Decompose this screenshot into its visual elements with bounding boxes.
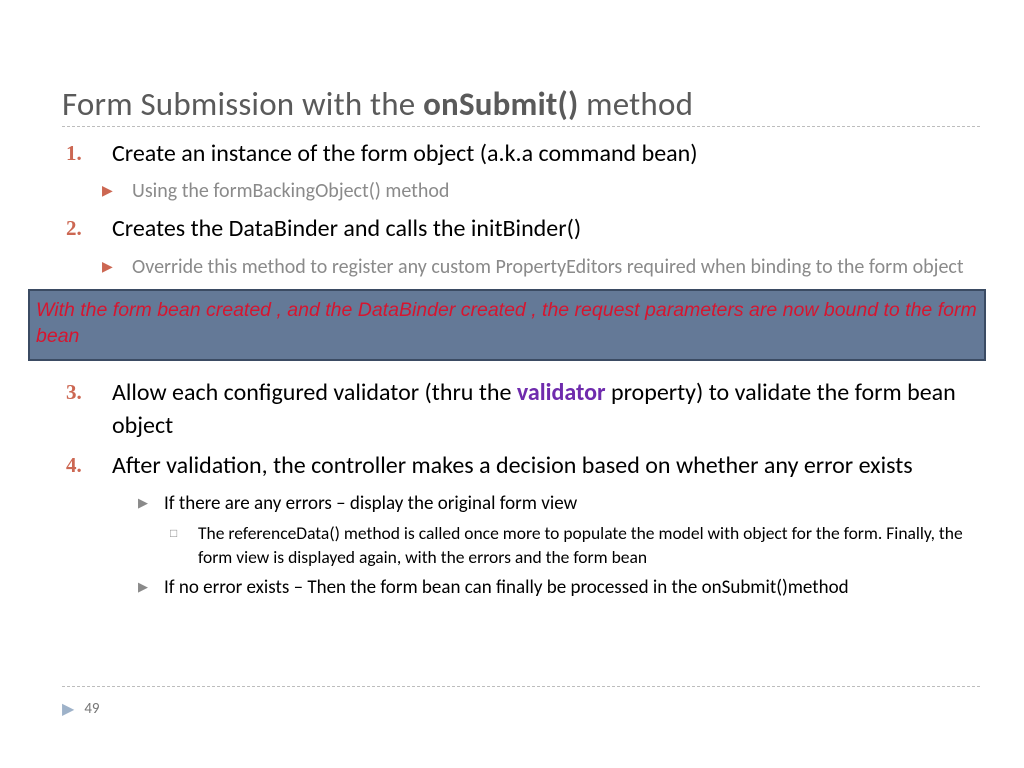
list-item-text: Create an instance of the form object (a… <box>112 138 698 170</box>
callout-text: With the form bean created , and the Dat… <box>36 297 978 350</box>
content-area: 1. Create an instance of the form object… <box>62 138 980 607</box>
list-item-2: 2. Creates the DataBinder and calls the … <box>62 213 980 245</box>
title-suffix: method <box>579 84 694 124</box>
list-subitem: ▶ Using the formBackingObject() method <box>102 178 980 205</box>
title-underline <box>62 126 980 127</box>
list-item-4: 4. After validation, the controller make… <box>62 450 980 482</box>
slide: Form Submission with the onSubmit() meth… <box>0 0 1024 768</box>
list-subsubitem-text: The referenceData() method is called onc… <box>198 522 980 569</box>
bullet-arrow-icon: ▶ <box>138 575 164 601</box>
list-item-text: Allow each configured validator (thru th… <box>112 377 980 442</box>
list-item-1: 1. Create an instance of the form object… <box>62 138 980 170</box>
footer-line <box>62 686 980 687</box>
list-item-text: After validation, the controller makes a… <box>112 450 913 482</box>
bullet-arrow-icon: ▶ <box>102 178 132 205</box>
list-number: 2. <box>62 213 112 245</box>
list-number: 3. <box>62 377 112 442</box>
list-subitem-text: Override this method to register any cus… <box>132 254 964 281</box>
bullet-arrow-icon: ▶ <box>102 254 132 281</box>
title-bold: onSubmit() <box>423 84 578 124</box>
list-subitem-text: If no error exists – Then the form bean … <box>164 575 849 601</box>
text-pre: Allow each configured validator (thru th… <box>112 378 517 407</box>
list-subsubitem: □ The referenceData() method is called o… <box>170 522 980 569</box>
list-number: 1. <box>62 138 112 170</box>
title-prefix: Form Submission with the <box>62 84 423 124</box>
bullet-arrow-icon: ▶ <box>138 491 164 517</box>
list-item-3: 3. Allow each configured validator (thru… <box>62 377 980 442</box>
list-subitem: ▶ Override this method to register any c… <box>102 254 980 281</box>
list-subitem-text: If there are any errors – display the or… <box>164 491 577 517</box>
bullet-square-icon: □ <box>170 522 198 569</box>
list-subitem-text: Using the formBackingObject() method <box>132 178 449 205</box>
list-item-text: Creates the DataBinder and calls the ini… <box>112 213 581 245</box>
slide-title: Form Submission with the onSubmit() meth… <box>62 84 980 124</box>
list-subitem-2: ▶ If there are any errors – display the … <box>138 491 980 517</box>
emphasized-word: validator <box>517 378 606 407</box>
footer-arrow-icon: ▶ <box>62 699 74 719</box>
page-number: 49 <box>84 700 99 718</box>
list-subitem-2: ▶ If no error exists – Then the form bea… <box>138 575 980 601</box>
page-footer: ▶ 49 <box>62 699 100 719</box>
list-number: 4. <box>62 450 112 482</box>
callout-box: With the form bean created , and the Dat… <box>28 289 986 362</box>
